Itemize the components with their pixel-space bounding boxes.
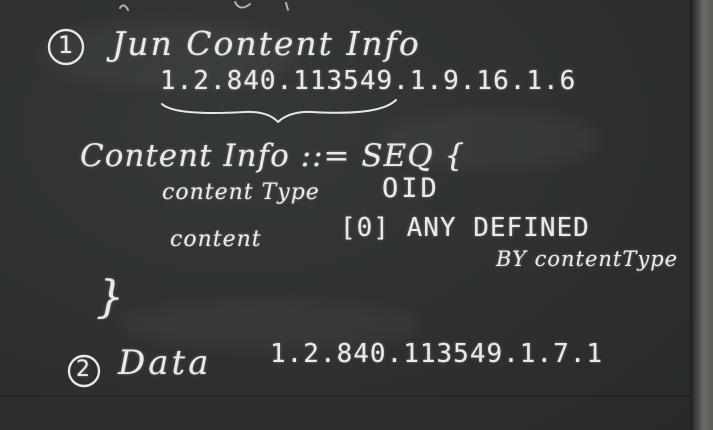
item1-marker: 1 — [58, 31, 75, 59]
closing-brace: } — [96, 272, 125, 323]
item1-title: Jun Content Info — [112, 24, 421, 63]
oid-underline-brace — [161, 99, 397, 123]
content-field: content — [170, 227, 262, 252]
item1-oid: 1.2.840.113549.1.9.16.1.6 — [160, 66, 577, 96]
content-type-field: content Type — [162, 180, 320, 205]
item2-title: Data — [118, 343, 212, 383]
content-value: [0] ANY DEFINED — [340, 213, 590, 243]
item2-marker: 2 — [76, 357, 91, 382]
content-value-continued: BY contentType — [496, 247, 679, 271]
item2-oid: 1.2.840.113549.1.7.1 — [270, 339, 604, 369]
definition-header: Content Info ::= SEQ { — [80, 138, 466, 174]
content-type-value: OID — [382, 173, 440, 204]
